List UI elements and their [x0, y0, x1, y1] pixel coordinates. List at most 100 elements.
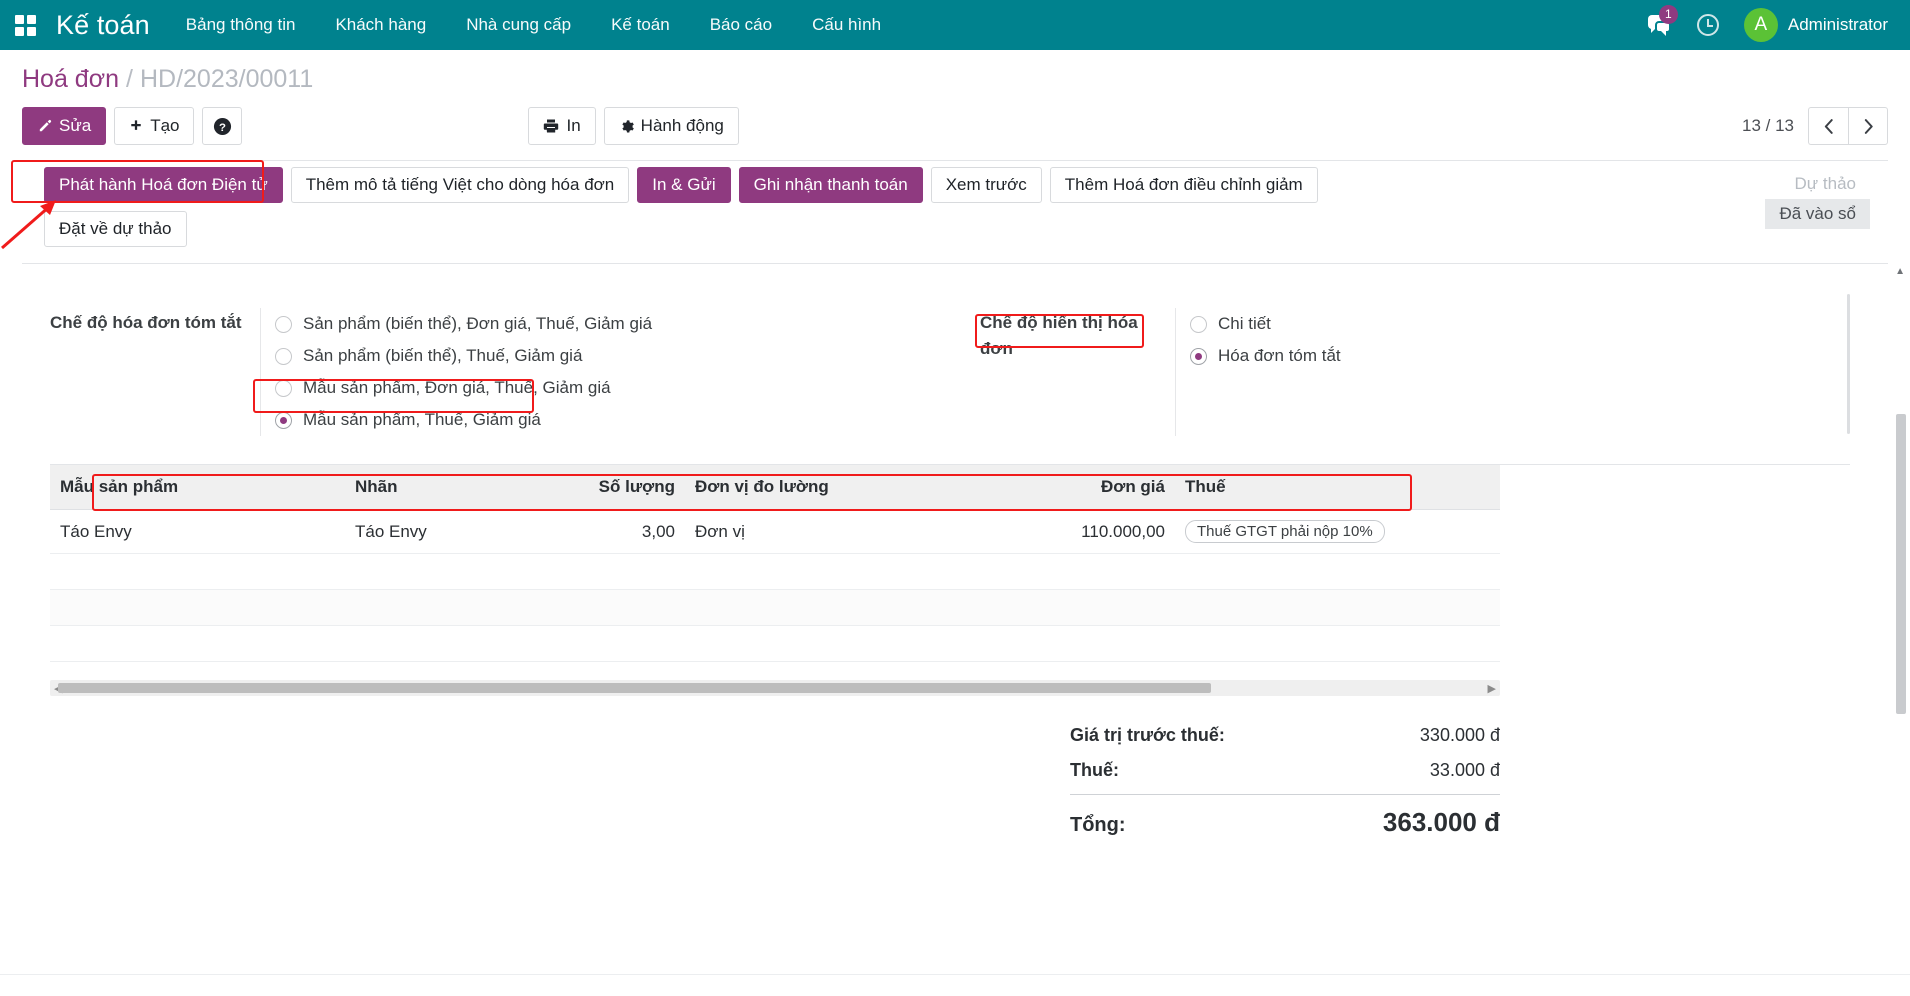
summary-mode-option-1-label: Sản phẩm (biến thể), Thuế, Giảm giá: [303, 346, 582, 366]
breadcrumb: Hoá đơn/HD/2023/00011: [22, 64, 1888, 94]
tax-badge: Thuế GTGT phải nộp 10%: [1185, 520, 1385, 543]
cell-label[interactable]: Táo Envy: [345, 510, 500, 554]
tax-amount-label: Thuế:: [1070, 760, 1119, 781]
scroll-right-icon: ▶: [1488, 682, 1496, 695]
cell-tax[interactable]: Thuế GTGT phải nộp 10%: [1175, 510, 1500, 554]
menu-item-configuration[interactable]: Cấu hình: [792, 0, 901, 50]
display-mode-option-0[interactable]: Chi tiết: [1190, 308, 1345, 340]
summary-mode-field: Chế độ hóa đơn tóm tắt Sản phẩm (biến th…: [50, 308, 980, 436]
summary-mode-option-2[interactable]: Mẫu sản phẩm, Đơn giá, Thuế, Giảm giá: [275, 372, 656, 404]
control-panel: Hoá đơn/HD/2023/00011 Sửa Tạo ?: [0, 50, 1910, 264]
summary-mode-option-1[interactable]: Sản phẩm (biến thể), Thuế, Giảm giá: [275, 340, 656, 372]
totals-row-tax: Thuế: 33.000 đ: [1070, 753, 1500, 788]
app-brand[interactable]: Kế toán: [46, 10, 166, 41]
display-mode-label: Chế độ hiển thị hóa đơn: [980, 308, 1175, 436]
activities-button[interactable]: [1686, 2, 1730, 48]
tax-amount-value: 33.000 đ: [1430, 760, 1500, 781]
invoice-lines-header: Mẫu sản phẩm Nhãn Số lượng Đơn vị đo lườ…: [50, 465, 1500, 510]
toolbar: Sửa Tạo ? In: [22, 106, 1888, 146]
issue-einvoice-button[interactable]: Phát hành Hoá đơn Điện tử: [44, 167, 283, 203]
action-button[interactable]: Hành động: [604, 107, 739, 145]
status-bar-buttons: Phát hành Hoá đơn Điện tử Thêm mô tả tiế…: [44, 161, 1434, 263]
top-navbar: Kế toán Bảng thông tin Khách hàng Nhà cu…: [0, 0, 1910, 50]
radio-dot: [1190, 316, 1207, 333]
stage-draft[interactable]: Dự thảo: [1781, 169, 1870, 199]
cell-uom[interactable]: Đơn vị: [685, 510, 945, 554]
add-credit-note-button[interactable]: Thêm Hoá đơn điều chỉnh giảm: [1050, 167, 1318, 203]
print-button-label: In: [566, 116, 580, 136]
totals-box: Giá trị trước thuế: 330.000 đ Thuế: 33.0…: [1070, 718, 1500, 845]
preview-button[interactable]: Xem trước: [931, 167, 1042, 203]
breadcrumb-separator: /: [119, 65, 140, 93]
form-sheet: Chế độ hóa đơn tóm tắt Sản phẩm (biến th…: [0, 264, 1910, 845]
summary-mode-option-2-label: Mẫu sản phẩm, Đơn giá, Thuế, Giảm giá: [303, 378, 611, 398]
pager-counter: 13 / 13: [1742, 116, 1794, 136]
summary-mode-label: Chế độ hóa đơn tóm tắt: [50, 308, 260, 436]
summary-mode-option-3-label: Mẫu sản phẩm, Thuế, Giảm giá: [303, 410, 541, 430]
page-scrollbar[interactable]: ▲ ▼: [1894, 264, 1908, 996]
breadcrumb-root[interactable]: Hoá đơn: [22, 65, 119, 93]
user-menu[interactable]: A Administrator: [1734, 8, 1892, 42]
summary-mode-option-0[interactable]: Sản phẩm (biến thể), Đơn giá, Thuế, Giảm…: [275, 308, 656, 340]
col-label[interactable]: Nhãn: [345, 465, 500, 510]
display-mode-field: Chế độ hiển thị hóa đơn Chi tiết Hóa đơn…: [980, 308, 1810, 436]
pager-next-button[interactable]: [1848, 107, 1888, 145]
page-scrollbar-thumb[interactable]: [1896, 414, 1906, 714]
col-unit-price[interactable]: Đơn giá: [945, 465, 1175, 510]
add-vietnamese-description-button[interactable]: Thêm mô tả tiếng Việt cho dòng hóa đơn: [291, 167, 630, 203]
app-root: Kế toán Bảng thông tin Khách hàng Nhà cu…: [0, 0, 1910, 996]
table-row-empty: [50, 554, 1500, 590]
invoice-lines-table: Mẫu sản phẩm Nhãn Số lượng Đơn vị đo lườ…: [50, 465, 1500, 662]
apps-grid-icon[interactable]: [10, 10, 40, 40]
col-uom[interactable]: Đơn vị đo lường: [685, 465, 945, 510]
menu-item-vendors[interactable]: Nhà cung cấp: [446, 0, 591, 50]
gear-icon: [619, 119, 634, 134]
col-quantity[interactable]: Số lượng: [500, 465, 685, 510]
radio-dot-selected: [1190, 348, 1207, 365]
menu-item-reporting[interactable]: Báo cáo: [690, 0, 792, 50]
status-bar: Phát hành Hoá đơn Điện tử Thêm mô tả tiế…: [22, 160, 1888, 264]
radio-dot: [275, 316, 292, 333]
menu-item-customers[interactable]: Khách hàng: [315, 0, 446, 50]
question-circle-icon: ?: [213, 117, 232, 136]
invoice-lines: Mẫu sản phẩm Nhãn Số lượng Đơn vị đo lườ…: [50, 464, 1850, 696]
svg-text:?: ?: [219, 121, 226, 133]
pager-previous-button[interactable]: [1808, 107, 1848, 145]
user-name: Administrator: [1788, 15, 1888, 35]
col-product-template[interactable]: Mẫu sản phẩm: [50, 465, 345, 510]
total-amount-label: Tổng:: [1070, 814, 1126, 837]
cell-unit-price[interactable]: 110.000,00: [945, 510, 1175, 554]
register-payment-button[interactable]: Ghi nhận thanh toán: [739, 167, 923, 203]
menu-item-dashboard[interactable]: Bảng thông tin: [166, 0, 316, 50]
totals-row-untaxed: Giá trị trước thuế: 330.000 đ: [1070, 718, 1500, 753]
avatar: A: [1744, 8, 1778, 42]
inner-scrollbar[interactable]: [1847, 294, 1850, 434]
stage-posted[interactable]: Đã vào sổ: [1765, 199, 1870, 229]
chevron-right-icon: [1862, 118, 1875, 135]
menu-item-accounting[interactable]: Kế toán: [591, 0, 690, 50]
scrollbar-thumb[interactable]: [58, 683, 1211, 693]
table-row-empty: [50, 626, 1500, 662]
display-mode-option-1[interactable]: Hóa đơn tóm tắt: [1190, 340, 1345, 372]
col-tax[interactable]: Thuế: [1175, 465, 1500, 510]
print-button[interactable]: In: [528, 107, 595, 145]
help-button[interactable]: ?: [202, 107, 242, 145]
breadcrumb-current: HD/2023/00011: [140, 65, 313, 93]
cell-quantity[interactable]: 3,00: [500, 510, 685, 554]
table-row[interactable]: Táo Envy Táo Envy 3,00 Đơn vị 110.000,00…: [50, 510, 1500, 554]
untaxed-amount-label: Giá trị trước thuế:: [1070, 725, 1225, 746]
messages-button[interactable]: 1: [1638, 2, 1682, 48]
cell-product-template[interactable]: Táo Envy: [50, 510, 345, 554]
table-horizontal-scrollbar[interactable]: ◀ ▶: [50, 680, 1500, 696]
table-row-empty: [50, 590, 1500, 626]
printer-icon: [543, 118, 559, 134]
print-and-send-button[interactable]: In & Gửi: [637, 167, 730, 203]
invoice-mode-section: Chế độ hóa đơn tóm tắt Sản phẩm (biến th…: [50, 290, 1850, 436]
chevron-left-icon: [1822, 118, 1835, 135]
plus-icon: [129, 119, 143, 133]
display-mode-options: Chi tiết Hóa đơn tóm tắt: [1175, 308, 1345, 436]
edit-button[interactable]: Sửa: [22, 107, 106, 145]
create-button[interactable]: Tạo: [114, 107, 194, 145]
summary-mode-option-3[interactable]: Mẫu sản phẩm, Thuế, Giảm giá: [275, 404, 656, 436]
reset-to-draft-button[interactable]: Đặt về dự thảo: [44, 211, 187, 247]
